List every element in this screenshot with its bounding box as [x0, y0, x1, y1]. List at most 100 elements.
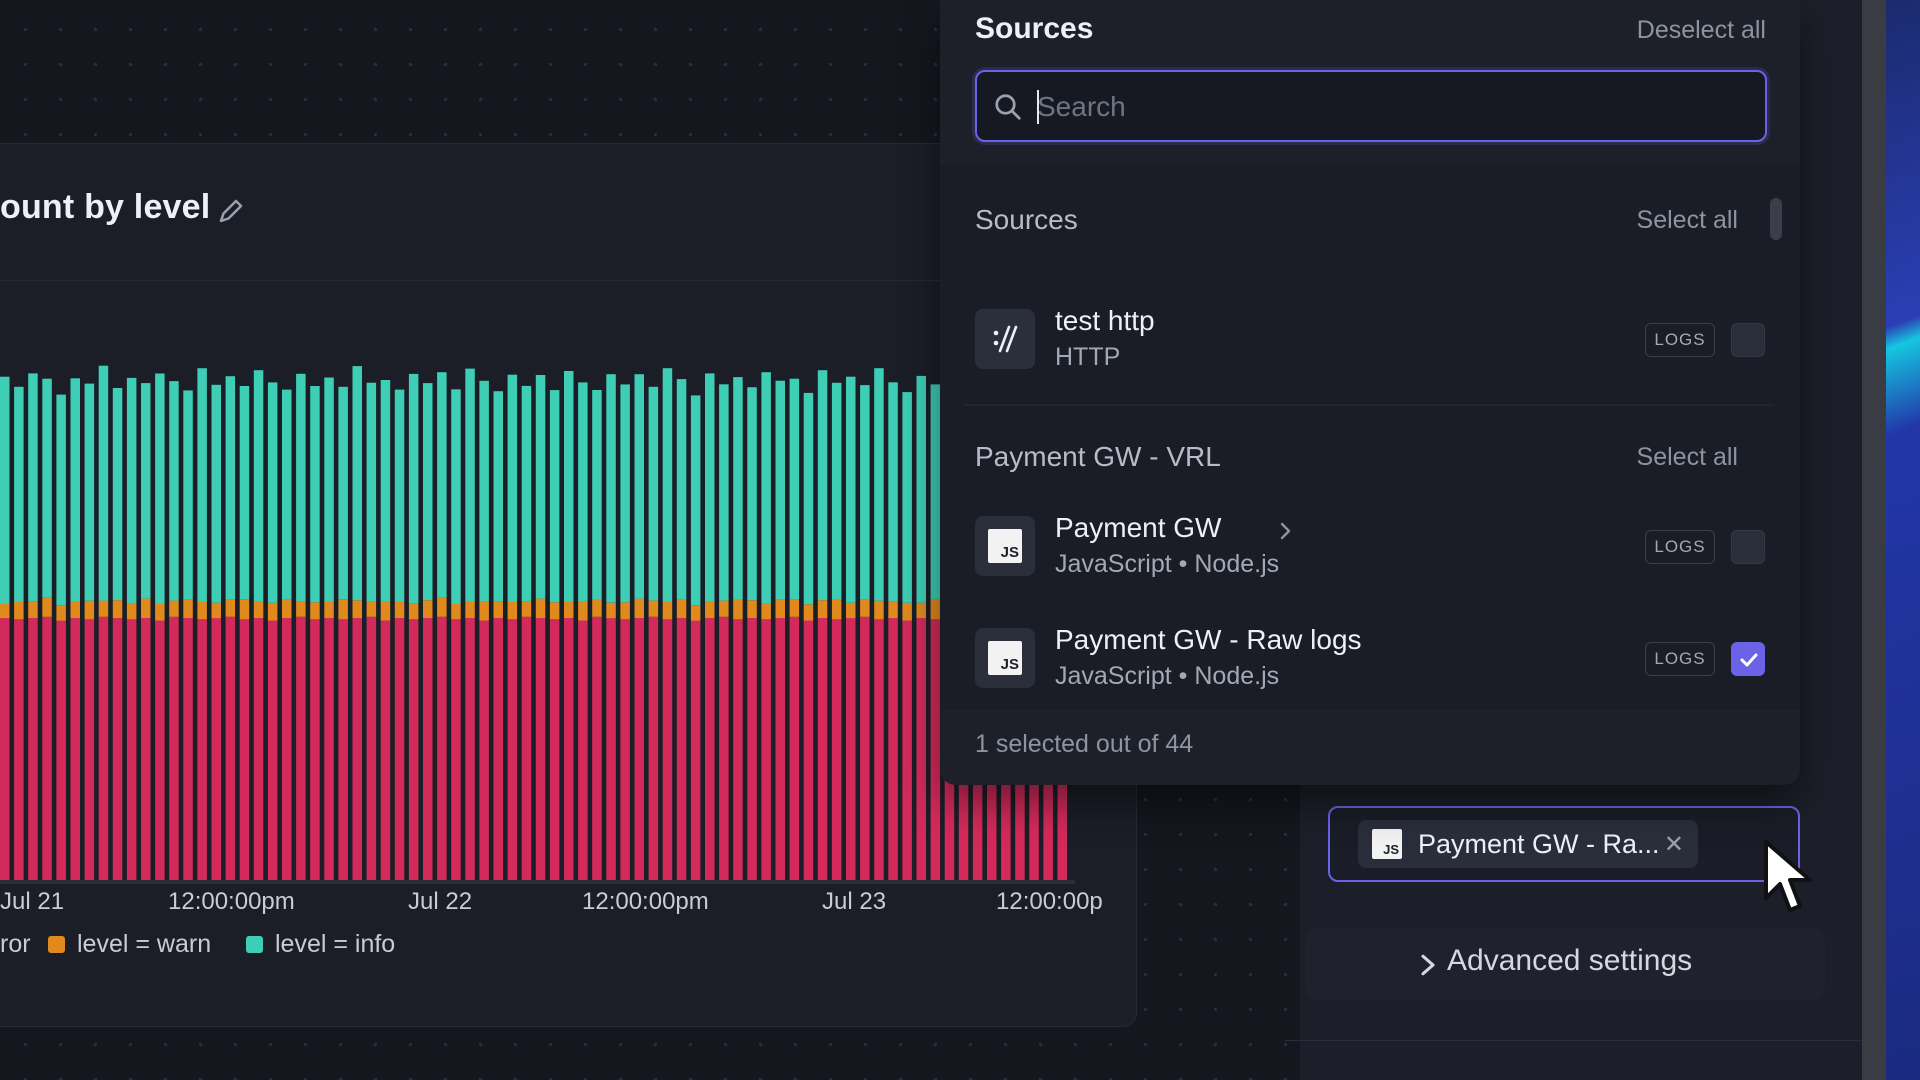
bar-segment-warn [394, 601, 405, 618]
chart-title: ount by level [0, 188, 211, 226]
bar-segment-error [789, 616, 800, 880]
legend-item-warn[interactable]: level = warn [48, 930, 211, 959]
bar-segment-error [380, 620, 391, 880]
bar-segment-info [42, 378, 52, 598]
bar-segment-error [874, 619, 884, 880]
item-checkbox[interactable] [1731, 323, 1765, 357]
bar-segment-error [564, 618, 574, 880]
bar-segment-info [916, 375, 926, 603]
bar-segment-warn [676, 599, 687, 618]
bar-segment-warn [423, 600, 433, 618]
x-axis-baseline [0, 880, 1075, 884]
bar-segment-warn [197, 601, 207, 620]
bar-segment-warn [437, 597, 447, 617]
bar-segment-error [817, 618, 828, 880]
bar-segment-warn [352, 600, 362, 618]
advanced-settings-toggle[interactable]: Advanced settings [1305, 928, 1825, 1000]
bar-segment-error [479, 620, 489, 880]
bar-segment-error [282, 618, 292, 880]
bar-segment-info [183, 390, 193, 600]
bar-segment-error [662, 619, 673, 880]
bar-segment-info [733, 377, 743, 600]
search-field[interactable] [975, 70, 1767, 142]
item-subtitle: HTTP [1055, 343, 1121, 371]
bar-segment-warn [789, 599, 800, 617]
x-tick-label: Jul 22 [408, 888, 473, 915]
bar-segment-error [155, 620, 165, 880]
bar-segment-error [267, 620, 278, 880]
item-checkbox-checked[interactable] [1731, 642, 1765, 676]
list-scrollbar[interactable] [1770, 198, 1782, 240]
bar-segment-warn [564, 601, 574, 618]
deselect-all-button[interactable]: Deselect all [1637, 16, 1766, 45]
bar-segment-error [310, 619, 320, 880]
bar-segment-error [676, 618, 687, 880]
list-item-payment-gw[interactable]: JS Payment GW JavaScript • Node.js LOGS [975, 510, 1765, 582]
bar-segment-info [507, 374, 518, 602]
bar-segment-error [888, 618, 898, 880]
bar-segment-warn [874, 600, 884, 620]
source-select-field[interactable]: JS Payment GW - Ra... ✕ [1328, 806, 1800, 882]
desktop-wallpaper-edge [1886, 0, 1920, 1080]
bar-segment-warn [98, 600, 109, 617]
bar-segment-info [521, 385, 532, 602]
bar-segment-error [860, 616, 870, 880]
bar-segment-info [423, 383, 433, 601]
select-all-button[interactable]: Select all [1637, 443, 1738, 472]
bar-segment-info [493, 391, 503, 602]
item-name: Payment GW [1055, 512, 1222, 543]
bar-segment-warn [620, 602, 630, 620]
bar-segment-error [141, 618, 151, 880]
bar-segment-warn [479, 601, 489, 621]
bar-segment-warn [451, 603, 461, 620]
bar-segment-warn [126, 603, 137, 620]
close-icon[interactable]: ✕ [1664, 830, 1684, 859]
dropdown-title: Sources [975, 12, 1094, 45]
bar-segment-info [465, 368, 475, 602]
item-checkbox[interactable] [1731, 530, 1765, 564]
list-item-test-http[interactable]: test http HTTP LOGS [975, 303, 1765, 375]
bar-segment-info [296, 373, 306, 602]
bar-segment-error [366, 616, 377, 880]
window-scrollbar[interactable] [1862, 0, 1886, 1080]
item-name: Payment GW - Raw logs [1055, 624, 1362, 655]
bar-segment-info [70, 378, 80, 602]
bar-segment-error [733, 619, 743, 880]
bar-segment-warn [70, 601, 80, 618]
bar-segment-warn [141, 598, 151, 618]
bar-segment-error [634, 618, 644, 880]
search-input[interactable] [1035, 80, 1739, 134]
bar-segment-error [690, 620, 701, 880]
bar-segment-info [846, 376, 856, 603]
bar-segment-warn [155, 603, 165, 621]
bar-segment-warn [860, 599, 870, 617]
select-all-button[interactable]: Select all [1637, 206, 1738, 235]
x-tick-label: 12:00:00pm [582, 888, 709, 915]
logs-badge: LOGS [1645, 642, 1715, 676]
bar-segment-error [930, 619, 941, 880]
chevron-right-icon[interactable] [1277, 518, 1295, 544]
list-item-payment-gw-raw-logs[interactable]: JS Payment GW - Raw logs JavaScript • No… [975, 622, 1765, 694]
legend-item-error[interactable]: ror [0, 930, 31, 959]
bar-segment-warn [112, 600, 123, 618]
bar-segment-info [634, 374, 644, 599]
bar-segment-warn [84, 600, 95, 620]
edit-pencil-icon[interactable] [216, 196, 246, 226]
bar-segment-error [324, 618, 334, 880]
legend-item-info[interactable]: level = info [246, 930, 395, 959]
bar-segment-error [549, 619, 560, 880]
selected-source-chip[interactable]: JS Payment GW - Ra... ✕ [1358, 820, 1698, 868]
bar-segment-info [803, 392, 814, 605]
bar-segment-error [42, 616, 52, 880]
javascript-icon: JS [1372, 829, 1402, 859]
group-header-sources: Sources [975, 204, 1078, 235]
bar-segment-warn [535, 598, 546, 618]
bar-segment-warn [902, 602, 912, 621]
bar-segment-info [84, 383, 95, 601]
bar-segment-info [549, 390, 560, 603]
bar-segment-info [28, 373, 38, 602]
bar-segment-error [705, 618, 715, 880]
x-tick-label: 12:00:00pm [168, 888, 295, 915]
bar-segment-error [408, 619, 419, 880]
x-tick-label: Jul 21 [0, 888, 65, 915]
